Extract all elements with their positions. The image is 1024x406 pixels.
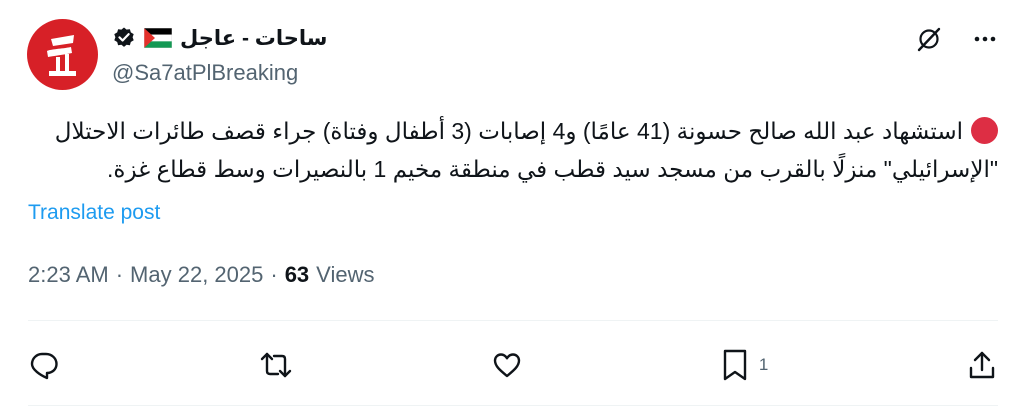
display-name[interactable]: ساحات - عاجل [180, 26, 327, 51]
translate-post-link[interactable]: Translate post [28, 201, 160, 225]
red-circle-icon [971, 117, 998, 144]
post-body: استشهاد عبد الله صالح حسونة (41 عامًا) و… [54, 118, 998, 182]
top-actions [916, 26, 998, 52]
bookmark-button[interactable]: 1 [721, 348, 768, 382]
user-handle[interactable]: @Sa7atPlBreaking [112, 60, 298, 86]
divider [28, 320, 998, 321]
author-name-row: ساحات - عاجل [112, 24, 327, 52]
avatar[interactable] [27, 19, 98, 90]
grok-icon[interactable] [916, 26, 942, 52]
verified-badge-icon [112, 26, 136, 50]
palestine-flag-icon [144, 28, 172, 48]
views-label[interactable]: Views [316, 262, 374, 288]
more-icon[interactable] [972, 26, 998, 52]
post-meta: 2:23 AM · May 22, 2025 · 63 Views [28, 262, 374, 288]
avatar-logo [47, 35, 76, 76]
share-button[interactable] [966, 349, 998, 381]
like-icon [494, 353, 521, 378]
views-count[interactable]: 63 [285, 262, 309, 288]
like-button[interactable] [491, 349, 523, 381]
post-date[interactable]: May 22, 2025 [130, 262, 263, 288]
bookmark-count: 1 [758, 355, 769, 374]
reply-icon [30, 352, 58, 380]
post-time[interactable]: 2:23 AM [28, 262, 109, 288]
share-icon [969, 351, 995, 379]
repost-icon [260, 352, 291, 378]
meta-separator: · [115, 262, 124, 287]
bookmark-icon [723, 349, 747, 381]
action-bar: 1 [28, 345, 998, 385]
meta-separator: · [270, 262, 278, 287]
repost-button[interactable] [258, 349, 294, 381]
reply-button[interactable] [28, 349, 60, 381]
post-text-container: استشهاد عبد الله صالح حسونة (41 عامًا) و… [28, 112, 998, 188]
